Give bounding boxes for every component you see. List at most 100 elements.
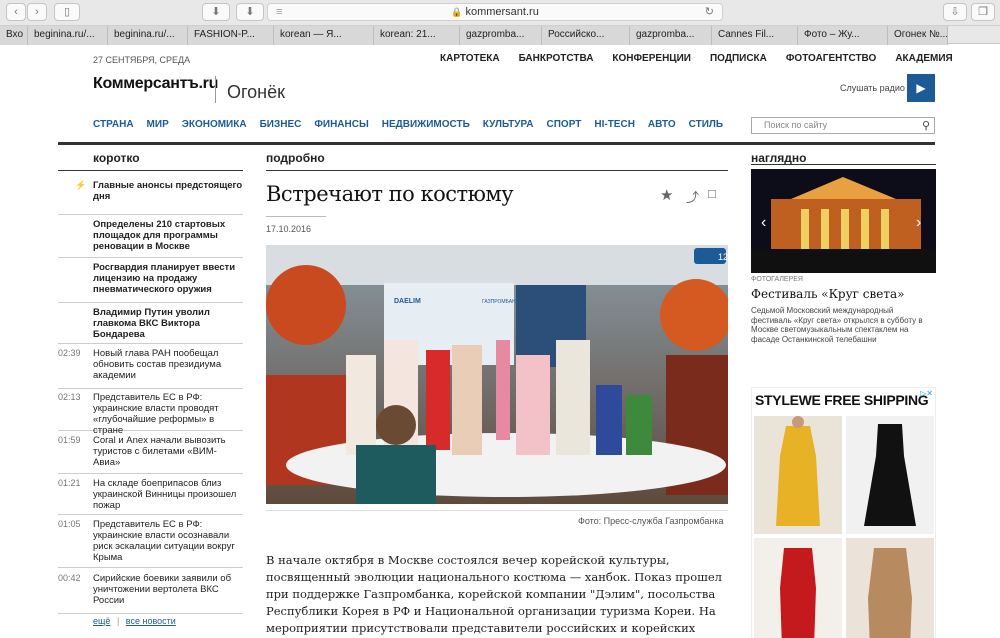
top-nav-link[interactable]: КАРТОТЕКА (440, 53, 500, 64)
news-time: 02:39 (58, 348, 81, 358)
photo-count: 12 (718, 252, 728, 262)
main-nav-link[interactable]: ФИНАНСЫ (314, 119, 368, 130)
article-photo[interactable]: 12 DAELIM ГАЗПРОМБАНК (266, 245, 728, 504)
fashion-show-image: 12 DAELIM ГАЗПРОМБАНК (266, 245, 728, 504)
main-nav-link[interactable]: АВТО (648, 119, 676, 130)
news-headline[interactable]: Главные анонсы предстоящего дня (93, 180, 243, 202)
main-nav-link[interactable]: СТИЛЬ (689, 119, 723, 130)
browser-tab[interactable]: Cannes Fil... (712, 26, 798, 45)
news-item[interactable]: 02:39 Новый глава РАН пообещал обновить с… (58, 345, 243, 389)
browser-tab[interactable]: beginina.ru/... (108, 26, 188, 45)
stylewe-ad[interactable]: STYLEWE FREE SHIPPING ▷✕ (751, 387, 936, 638)
ad-beige-coat[interactable] (846, 538, 934, 638)
browser-tab[interactable]: gazpromba... (630, 26, 712, 45)
share-icon[interactable]: ⤴ (686, 187, 699, 206)
play-radio-button[interactable]: ▶ (907, 74, 935, 102)
date-rule (266, 216, 326, 217)
main-nav-link[interactable]: МИР (147, 119, 169, 130)
main-nav-link[interactable]: НЕДВИЖИМОСТЬ (382, 119, 470, 130)
news-time: 00:42 (58, 573, 81, 583)
main-nav-link[interactable]: HI-TECH (594, 119, 635, 130)
main-nav-link[interactable]: ЭКОНОМИКА (182, 119, 247, 130)
links-separator: | (116, 616, 120, 626)
browser-tab[interactable]: beginina.ru/... (28, 26, 108, 45)
browser-tab[interactable]: korean — Я... (274, 26, 374, 45)
forward-button[interactable]: › (27, 3, 47, 21)
news-headline[interactable]: На складе боеприпасов близ украинской Ви… (93, 478, 243, 511)
gallery-description: Седьмой Московский международный фестива… (751, 306, 923, 344)
news-item[interactable]: Росгвардия планирует ввести лицензию на … (58, 259, 243, 303)
news-time: 02:13 (58, 392, 81, 402)
main-nav-link[interactable]: БИЗНЕС (260, 119, 302, 130)
news-headline[interactable]: Представитель ЕС в РФ: украинские власти… (93, 392, 243, 436)
radio-label[interactable]: Слушать радио (840, 83, 905, 93)
top-nav-link[interactable]: ПОДПИСКА (710, 53, 767, 64)
address-bar[interactable]: ≡ 🔒 kommersant.ru ↻ (267, 3, 723, 21)
news-more-links: ещё | все новости (93, 616, 176, 626)
top-nav: КАРТОТЕКА БАНКРОТСТВА КОНФЕРЕНЦИИ ПОДПИСКА Ф… (440, 53, 953, 64)
ogonek-logo[interactable]: Огонёк (227, 82, 285, 103)
news-item[interactable]: Определены 210 стартовых площадок для пр… (58, 216, 243, 258)
top-nav-link[interactable]: БАНКРОТСТВА (519, 53, 594, 64)
main-nav-link[interactable]: СТРАНА (93, 119, 134, 130)
download-icon[interactable]: ⇩ (943, 3, 967, 21)
news-headline[interactable]: Представитель ЕС в РФ: украинские власти… (93, 519, 243, 563)
browser-tab[interactable]: gazpromba... (460, 26, 542, 45)
reader-lines-icon: ≡ (276, 6, 283, 18)
browser-tab[interactable]: Российско... (542, 26, 630, 45)
back-button[interactable]: ‹ (6, 3, 26, 21)
ad-red-dress[interactable] (754, 538, 842, 638)
new-tab-button[interactable]: ❐ (971, 3, 995, 21)
reload-icon[interactable]: ↻ (705, 4, 714, 20)
search-icon[interactable]: ⚲ (922, 119, 930, 132)
news-item[interactable]: 01:59 Coral и Anex начали вывозить турист… (58, 432, 243, 474)
article-body: В начале октября в Москве состоялся вече… (266, 553, 722, 635)
news-item[interactable]: Владимир Путин уволил главкома ВКС Викто… (58, 304, 243, 344)
site-logo[interactable]: Коммерсантъ.ru (93, 75, 218, 93)
browser-tab[interactable]: Вхо (0, 26, 28, 45)
gallery-title[interactable]: Фестиваль «Круг света» (751, 287, 905, 301)
comment-icon[interactable]: □ (708, 186, 716, 201)
favorite-star-icon[interactable]: ★ (660, 186, 673, 204)
lock-icon: 🔒 (451, 7, 463, 17)
news-headline[interactable]: Coral и Anex начали вывозить туристов с … (93, 435, 243, 468)
article-date: 17.10.2016 (266, 224, 312, 234)
main-nav-link[interactable]: КУЛЬТУРА (483, 119, 534, 130)
more-link[interactable]: ещё (93, 616, 110, 626)
news-item[interactable]: 01:21 На складе боеприпасов близ украинск… (58, 475, 243, 515)
news-headline[interactable]: Новый глава РАН пообещал обновить состав… (93, 348, 243, 381)
browser-tab[interactable]: Фото – Жу... (798, 26, 888, 45)
news-item[interactable]: 02:13 Представитель ЕС в РФ: украинские в… (58, 389, 243, 436)
top-nav-link[interactable]: ФОТОАГЕНТСТВО (786, 53, 876, 64)
news-item[interactable]: ⚡ Главные анонсы предстоящего дня (58, 177, 243, 215)
downloads-icon[interactable]: ⬇ (202, 3, 230, 21)
kommersant-page: 27 СЕНТЯБРЯ, СРЕДА КАРТОТЕКА БАНКРОТСТВА К… (0, 44, 1000, 638)
news-headline[interactable]: Сирийские боевики заявили об уничтожении… (93, 573, 243, 606)
top-nav-link[interactable]: КОНФЕРЕНЦИИ (612, 53, 691, 64)
play-icon: ▶ (916, 81, 926, 95)
ad-yellow-dress[interactable] (754, 416, 842, 534)
section-heading-detail: подробно (266, 151, 325, 165)
news-time: 01:59 (58, 435, 81, 445)
ad-choices-icon[interactable]: ▷✕ (920, 389, 933, 398)
right-heading-line (751, 164, 936, 165)
news-item[interactable]: 01:05 Представитель ЕС в РФ: украинские в… (58, 516, 243, 568)
all-news-link[interactable]: все новости (126, 616, 176, 626)
browser-tab[interactable]: Огонек №... (888, 26, 948, 45)
main-nav-link[interactable]: СПОРТ (547, 119, 582, 130)
browser-tab[interactable]: FASHION-P... (188, 26, 274, 45)
news-headline[interactable]: Владимир Путин уволил главкома ВКС Викто… (93, 307, 243, 340)
section-heading-short: коротко (93, 151, 140, 165)
reader-icon[interactable]: ⬇ (236, 3, 264, 21)
news-item[interactable]: 00:42 Сирийские боевики заявили об уничто… (58, 570, 243, 614)
browser-tab[interactable]: korean: 21... (374, 26, 460, 45)
gallery-photo[interactable]: ‹ › (751, 169, 936, 273)
news-headline[interactable]: Росгвардия планирует ввести лицензию на … (93, 262, 243, 295)
search-placeholder: Поиск по сайту (764, 120, 828, 130)
top-nav-link[interactable]: АКАДЕМИЯ (895, 53, 952, 64)
ad-black-dress[interactable] (846, 416, 934, 534)
tab-strip: Вхо beginina.ru/... beginina.ru/... FASHION… (0, 25, 1000, 45)
sidebar-toggle-icon[interactable]: ▯ (54, 3, 80, 21)
news-headline[interactable]: Определены 210 стартовых площадок для пр… (93, 219, 243, 252)
search-input[interactable]: Поиск по сайту ⚲ (751, 117, 935, 134)
